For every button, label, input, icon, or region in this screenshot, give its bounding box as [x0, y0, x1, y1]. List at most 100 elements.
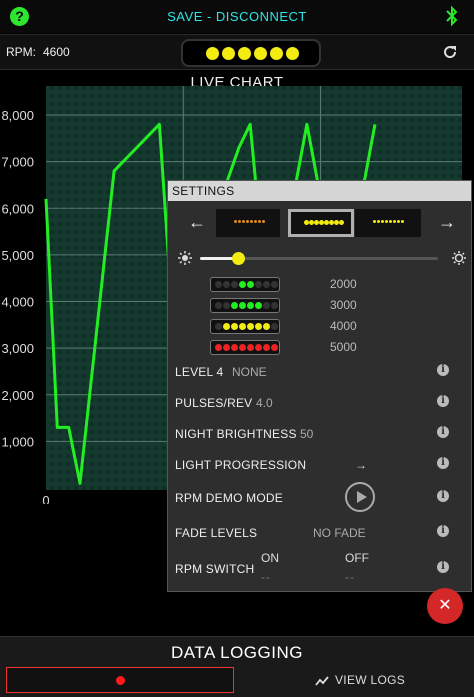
level-led [215, 344, 222, 351]
settings-title: SETTINGS [168, 181, 471, 201]
rpm-switch-off[interactable]: OFF -- [345, 551, 369, 584]
info-icon[interactable]: i [437, 364, 449, 376]
level4-label: LEVEL 4 [175, 365, 224, 379]
level-rpm-value: 3000 [330, 298, 357, 312]
save-disconnect-link[interactable]: SAVE - DISCONNECT [0, 9, 474, 24]
rpm-switch-setting: RPM SWITCH i [175, 560, 467, 578]
led-preview [181, 39, 321, 67]
y-tick-label: 6,000 [1, 201, 34, 216]
preset-option[interactable] [216, 209, 280, 237]
next-preset-arrow-icon[interactable]: → [438, 212, 456, 233]
rpm-demo-mode-setting: RPM DEMO MODE i [175, 482, 467, 512]
level-led [231, 344, 238, 351]
info-icon[interactable]: i [437, 395, 449, 407]
level-led [247, 344, 254, 351]
preset-led [339, 220, 344, 225]
level-led [223, 302, 230, 309]
preset-led [381, 220, 384, 223]
data-logging-title: DATA LOGGING [171, 643, 303, 662]
rpm-level-row[interactable]: 4000 [210, 319, 420, 334]
preset-led [238, 220, 241, 223]
rpm-led [222, 47, 235, 60]
pulses-rev-setting[interactable]: PULSES/REV 4.0 i [175, 394, 467, 412]
preset-led [262, 220, 265, 223]
brightness-slider[interactable] [200, 252, 438, 265]
level-led [247, 302, 254, 309]
level-led-strip [210, 298, 280, 313]
fade-levels-value: NO FADE [313, 526, 366, 540]
level-led [215, 302, 222, 309]
rpm-bar: RPM: 4600 [0, 34, 474, 70]
rpm-led [286, 47, 299, 60]
y-tick-label: 4,000 [1, 295, 34, 310]
level-led [239, 302, 246, 309]
y-tick-label: 8,000 [1, 108, 34, 123]
level-led [247, 323, 254, 330]
level-led [231, 323, 238, 330]
refresh-icon[interactable] [442, 44, 458, 60]
preset-led [389, 220, 392, 223]
info-icon[interactable]: i [437, 457, 449, 469]
level-led [263, 302, 270, 309]
light-progression-setting[interactable]: LIGHT PROGRESSION → i [175, 456, 467, 474]
level-led [239, 344, 246, 351]
level-led [215, 281, 222, 288]
record-button[interactable] [6, 667, 234, 693]
brightness-slider-handle[interactable] [232, 252, 246, 265]
play-icon[interactable] [345, 482, 375, 512]
brightness-low-icon [178, 251, 192, 265]
level-led [271, 323, 278, 330]
view-logs-button[interactable]: VIEW LOGS [315, 673, 405, 687]
rpm-level-row[interactable]: 5000 [210, 340, 420, 355]
y-tick-label: 2,000 [1, 388, 34, 403]
level4-value: NONE [232, 365, 267, 379]
y-tick-label: 1,000 [1, 434, 34, 449]
preset-led [242, 220, 245, 223]
info-icon[interactable]: i [437, 490, 449, 502]
info-icon[interactable]: i [437, 561, 449, 573]
preset-led [234, 220, 237, 223]
fade-levels-setting[interactable]: FADE LEVELS NO FADE i [175, 524, 467, 542]
info-icon[interactable]: i [437, 525, 449, 537]
rpm-switch-off-label: OFF [345, 551, 369, 565]
level-led-strip [210, 319, 280, 334]
view-logs-label: VIEW LOGS [335, 673, 406, 687]
level-led [255, 344, 262, 351]
info-icon[interactable]: i [437, 426, 449, 438]
night-brightness-label: NIGHT BRIGHTNESS [175, 427, 297, 441]
x-tick-label: 0 [42, 493, 49, 504]
preset-led [397, 220, 400, 223]
rpm-level-row[interactable]: 3000 [210, 298, 420, 313]
close-settings-button[interactable]: ✕ [427, 588, 463, 624]
preset-led [246, 220, 249, 223]
level4-setting[interactable]: LEVEL 4 NONE i [175, 363, 467, 381]
preset-option[interactable] [355, 209, 421, 237]
rpm-switch-off-value: -- [345, 570, 355, 584]
level-led [239, 281, 246, 288]
level-led [231, 281, 238, 288]
night-brightness-value: 50 [300, 427, 314, 441]
level-led [215, 323, 222, 330]
rpm-switch-label: RPM SWITCH [175, 562, 255, 576]
rpm-switch-on-value: -- [261, 570, 271, 584]
level-led [255, 302, 262, 309]
rpm-switch-on-label: ON [261, 551, 279, 565]
level-led [263, 281, 270, 288]
preset-selected[interactable] [288, 209, 354, 237]
previous-preset-arrow-icon[interactable]: ← [188, 212, 206, 233]
brightness-slider-row [178, 249, 468, 267]
rpm-switch-on[interactable]: ON -- [261, 551, 279, 584]
rpm-level-row[interactable]: 2000 [210, 277, 420, 292]
level-led [271, 302, 278, 309]
level-led [271, 344, 278, 351]
night-brightness-setting[interactable]: NIGHT BRIGHTNESS 50 i [175, 425, 467, 443]
fade-levels-label: FADE LEVELS [175, 526, 258, 540]
preset-led [258, 220, 261, 223]
preset-led [254, 220, 257, 223]
pulses-rev-value: 4.0 [256, 396, 273, 410]
level-led [223, 323, 230, 330]
preset-led [373, 220, 376, 223]
rpm-label: RPM: [6, 45, 36, 59]
level-rpm-value: 5000 [330, 340, 357, 354]
y-tick-label: 5,000 [1, 248, 34, 263]
